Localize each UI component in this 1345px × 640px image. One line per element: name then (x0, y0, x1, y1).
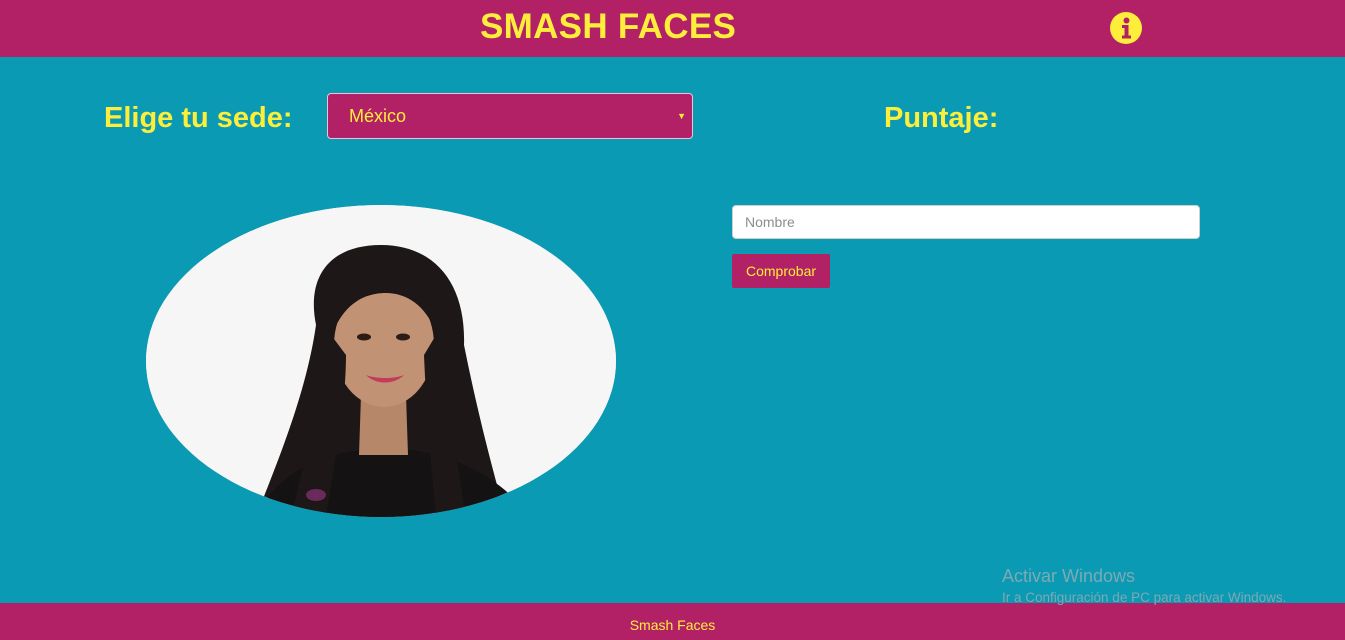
face-photo (146, 205, 616, 517)
score-label: Puntaje: (884, 102, 999, 134)
name-input[interactable] (732, 205, 1200, 239)
windows-activation-watermark: Activar Windows Ir a Configuración de PC… (1002, 566, 1286, 605)
sede-select[interactable]: México ▼ (327, 93, 693, 139)
top-bar: SMASH FACES (0, 0, 1345, 57)
watermark-title: Activar Windows (1002, 566, 1136, 586)
footer-text: Smash Faces (629, 617, 716, 633)
check-button[interactable]: Comprobar (732, 254, 830, 288)
chevron-down-icon: ▼ (677, 111, 686, 121)
app-title: SMASH FACES (480, 7, 737, 46)
sede-selected-value: México (349, 106, 407, 126)
sede-label: Elige tu sede: (104, 102, 293, 134)
info-icon[interactable] (1110, 12, 1142, 44)
watermark-subtitle: Ir a Configuración de PC para activar Wi… (1002, 590, 1287, 605)
footer: Smash Faces (0, 603, 1345, 640)
person-portrait-image (146, 205, 616, 517)
